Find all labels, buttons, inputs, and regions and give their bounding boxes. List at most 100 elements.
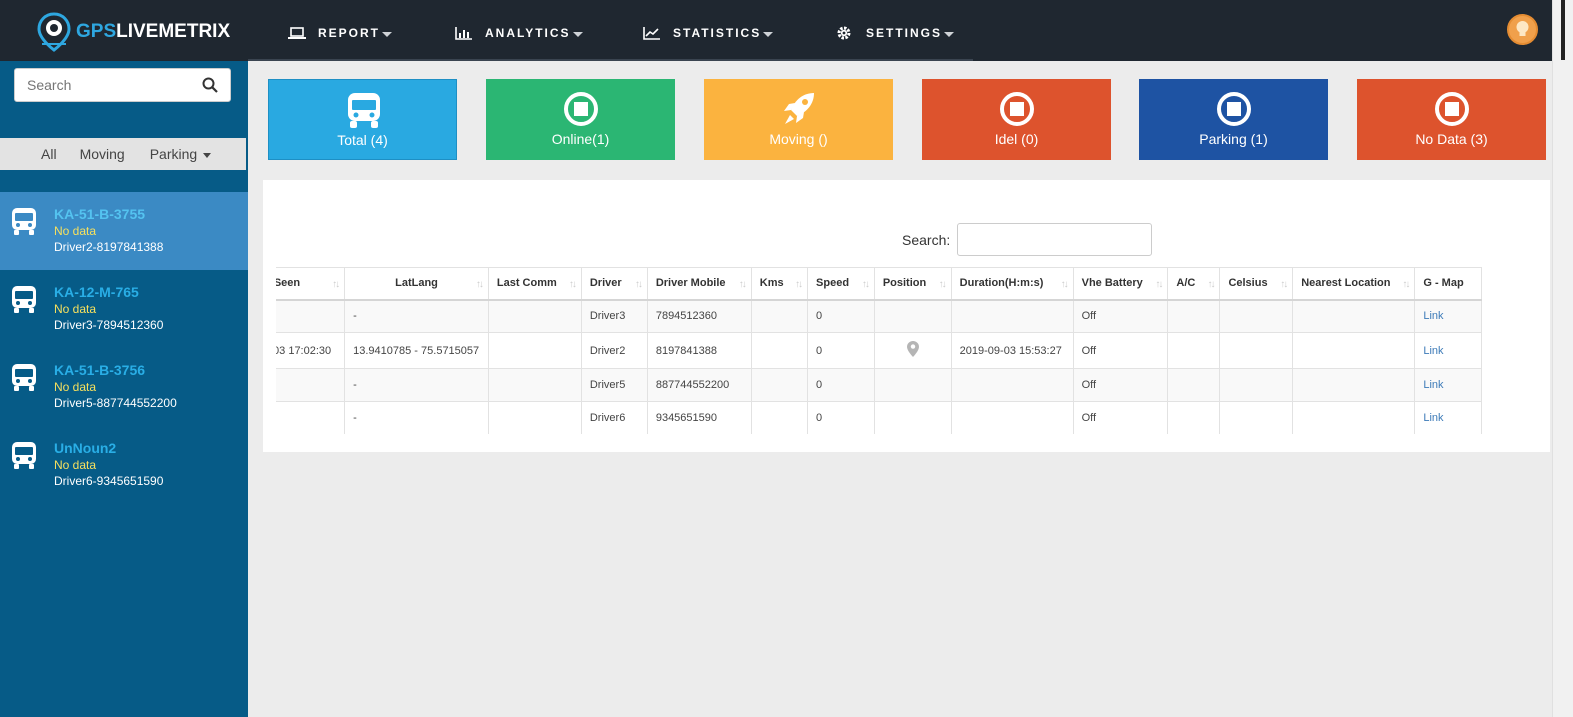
tile-online[interactable]: Online(1) [486,79,675,160]
col-gmap[interactable]: G - Map [1414,267,1482,301]
nav-settings[interactable]: SETTINGS [836,26,955,40]
table-scroll-area[interactable]: Last Seen ↑↓ LatLang ↑↓ Last Comm ↑↓ Driver… [276,267,1538,434]
cell-driver-mobile: 8197841388 [646,332,752,369]
col-position[interactable]: Position ↑↓ [873,267,952,301]
col-nearest-location[interactable]: Nearest Location ↑↓ [1292,267,1416,301]
tile-idel[interactable]: Idel (0) [922,79,1111,160]
cell-driver: Driver5 [580,368,648,402]
col-latlang-label: LatLang [395,277,438,290]
sort-icon: ↑↓ [1155,279,1163,290]
cell-nearest-location [1292,401,1416,434]
cell-ac [1167,401,1221,434]
tile-parking[interactable]: Parking (1) [1139,79,1328,160]
nav-report[interactable]: REPORT [288,26,393,40]
nav-analytics[interactable]: ANALYTICS [455,26,583,40]
filter-all[interactable]: All [41,146,57,162]
top-navbar: GPSLIVEMETRIX REPORT ANALYTICS STATISTIC… [0,0,1552,61]
cell-duration [950,401,1074,434]
page-scrollbar[interactable] [1552,0,1573,717]
col-duration[interactable]: Duration(H:m:s) ↑↓ [950,267,1074,301]
tile-total-label: Total (4) [337,132,388,148]
tile-nodata[interactable]: No Data (3) [1357,79,1546,160]
gmap-link[interactable]: Link [1423,379,1443,391]
vehicle-list-item[interactable]: KA-12-M-765 No data Driver3-7894512360 [0,270,248,348]
cell-gmap: Link [1414,368,1482,402]
cell-last-comm [487,299,582,333]
bus-icon [12,364,36,391]
cell-nearest-location [1292,332,1416,369]
cell-latlang: - [344,401,489,434]
cell-latlang: 13.9410785 - 75.5715057 [344,332,489,369]
tile-nodata-label: No Data (3) [1415,131,1488,147]
col-latlang[interactable]: LatLang ↑↓ [344,267,489,301]
vehicle-list-item[interactable]: KA-51-B-3755 No data Driver2-8197841388 [0,192,248,270]
sort-icon: ↑↓ [1207,279,1215,290]
sort-icon: ↑↓ [568,279,577,290]
vehicle-list-item[interactable]: KA-51-B-3756 No data Driver5-88774455220… [0,348,248,426]
filter-parking[interactable]: Parking [149,146,212,162]
filter-moving[interactable]: Moving [80,146,125,162]
cell-celsius [1219,299,1294,333]
col-speed[interactable]: Speed ↑↓ [807,267,875,301]
cell-kms [750,401,809,434]
cell-nearest-location [1292,368,1416,402]
col-last-seen[interactable]: Last Seen ↑↓ [276,267,346,301]
col-last-comm[interactable]: Last Comm ↑↓ [487,267,582,301]
sort-icon: ↑↓ [738,279,747,290]
table-row: - Driver5 887744552200 0 Off Link [276,368,1482,402]
cell-last-seen [276,401,346,434]
cell-gmap: Link [1414,332,1482,369]
col-gmap-label: G - Map [1423,277,1464,290]
table-search-input[interactable] [957,223,1152,256]
col-ac[interactable]: A/C ↑↓ [1167,267,1221,301]
map-pin-icon[interactable] [906,341,919,357]
gear-icon [837,26,851,40]
sort-icon: ↑↓ [332,279,340,290]
col-driver[interactable]: Driver ↑↓ [580,267,648,301]
vehicle-list-item[interactable]: UnNoun2 No data Driver6-9345651590 [0,426,248,504]
cell-position [873,332,952,369]
col-celsius[interactable]: Celsius ↑↓ [1219,267,1294,301]
gmap-link[interactable]: Link [1423,412,1443,424]
stop-circle-icon [1217,92,1251,126]
gmap-link[interactable]: Link [1423,310,1443,322]
vehicle-plate: KA-51-B-3756 [54,362,146,378]
cell-gmap: Link [1414,401,1482,434]
cell-celsius [1219,368,1294,402]
cell-driver-mobile: 9345651590 [646,401,752,434]
tile-total[interactable]: Total (4) [268,79,457,160]
cell-kms [750,299,809,333]
nav-statistics-label: STATISTICS [673,26,762,40]
sort-icon: ↑↓ [1280,279,1288,290]
vehicle-filter-bar: All Moving Parking [0,138,246,170]
col-kms[interactable]: Kms ↑↓ [750,267,809,301]
cell-last-seen [276,368,346,402]
cell-position [873,368,952,402]
sort-icon: ↑↓ [861,279,870,290]
scrollbar-thumb[interactable] [1561,0,1565,60]
cell-celsius [1219,332,1294,369]
cell-driver: Driver3 [580,299,648,333]
col-vhe-battery[interactable]: Vhe Battery ↑↓ [1072,267,1169,301]
vehicle-driver: Driver5-887744552200 [54,396,177,410]
app-logo[interactable]: GPSLIVEMETRIX [34,10,234,52]
laptop-icon [288,27,306,39]
vehicle-plate: KA-12-M-765 [54,284,139,300]
nav-statistics[interactable]: STATISTICS [643,26,774,40]
search-icon[interactable] [202,77,218,93]
user-avatar[interactable] [1507,14,1538,45]
vehicle-status: No data [54,224,97,238]
bus-icon [348,93,380,128]
search-input[interactable] [15,69,195,101]
cell-last-comm [487,401,582,434]
sidebar-search [14,68,231,102]
tile-moving[interactable]: Moving () [704,79,893,160]
cell-last-comm [487,368,582,402]
col-kms-label: Kms [759,277,784,290]
vehicle-status: No data [54,380,97,394]
filter-parking-label: Parking [149,146,198,162]
cell-latlang: - [344,299,489,333]
col-driver-mobile[interactable]: Driver Mobile ↑↓ [646,267,752,301]
gmap-link[interactable]: Link [1423,345,1443,357]
vehicle-driver: Driver6-9345651590 [54,474,164,488]
